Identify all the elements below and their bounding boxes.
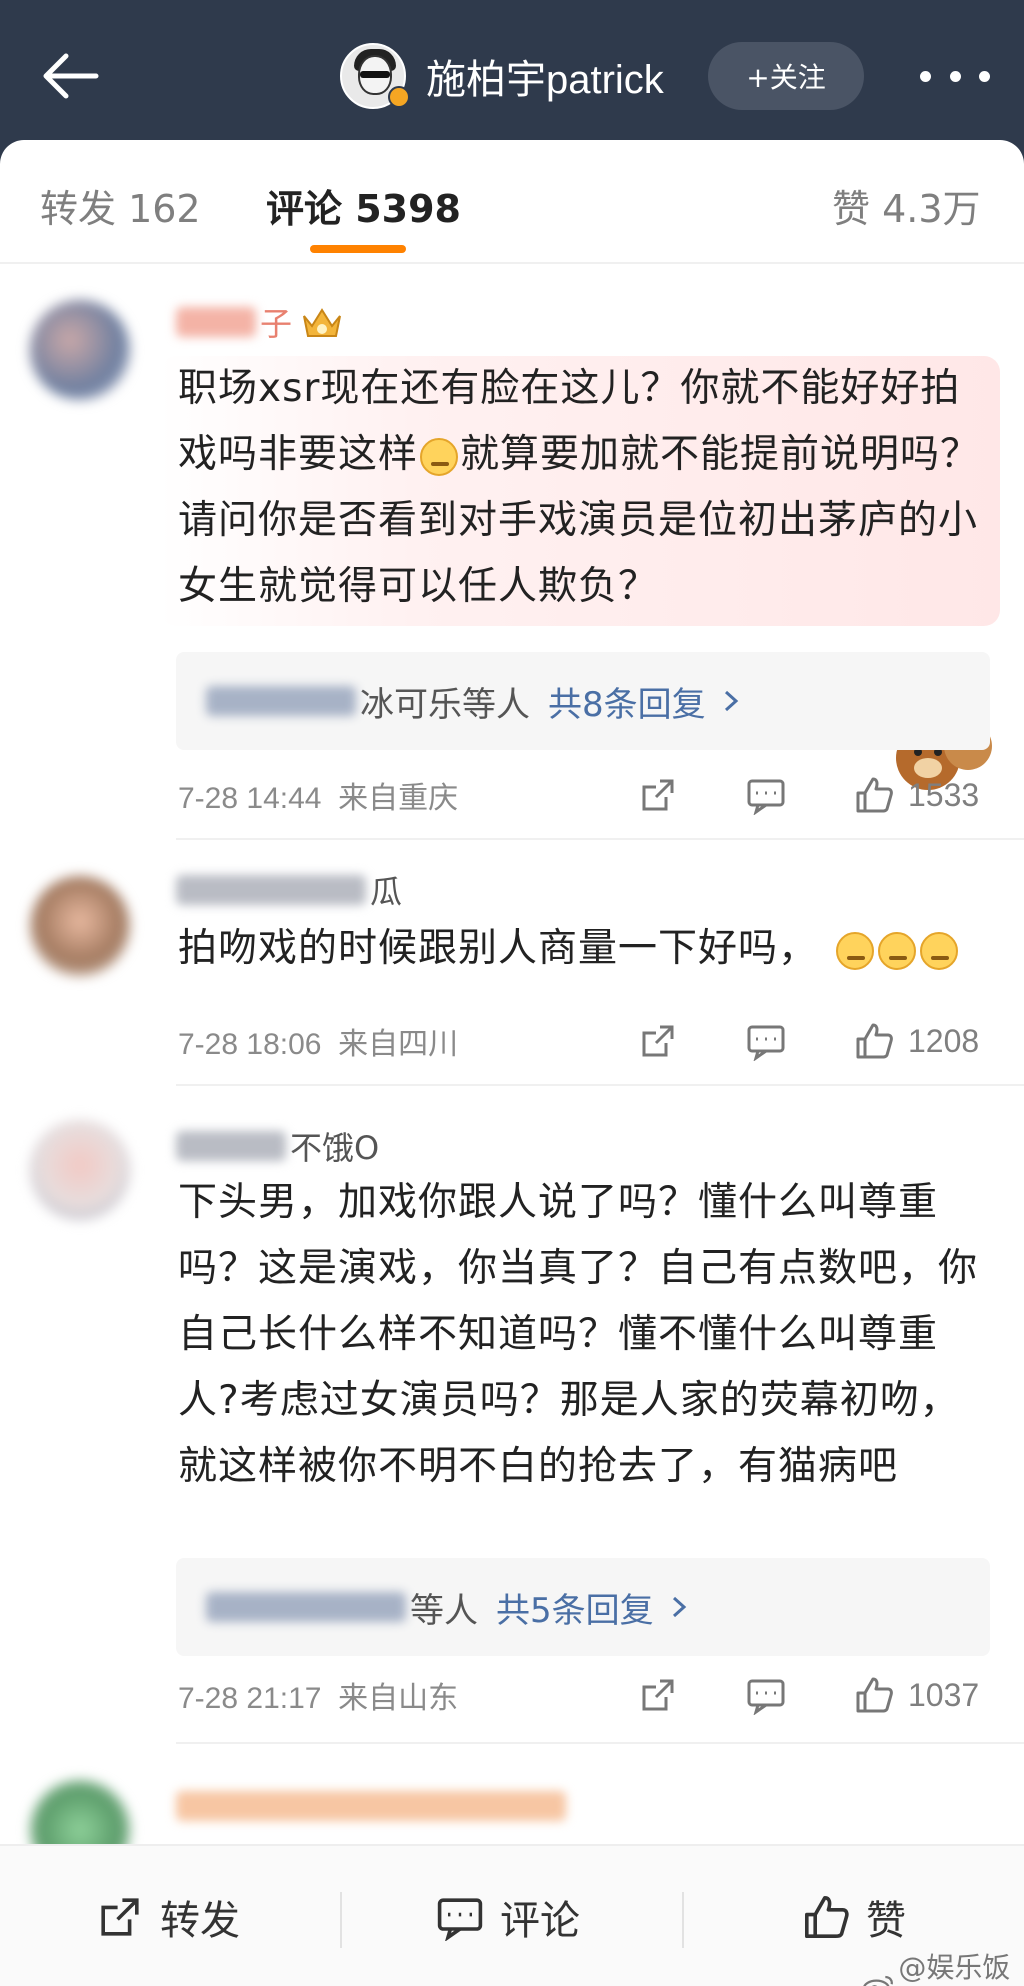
sweat-emoji-icon [878, 931, 917, 970]
commenter-name[interactable] [176, 1784, 570, 1828]
share-icon[interactable] [638, 1021, 678, 1061]
comment-icon [437, 1898, 483, 1941]
reply-count-link[interactable]: 共8条回复 [548, 677, 706, 726]
commenter-name[interactable]: 子 [176, 300, 344, 344]
share-icon[interactable] [638, 775, 678, 815]
reply-icon[interactable] [746, 1675, 786, 1715]
comment-meta: 7-28 21:17 来自山东 1037 [178, 1670, 998, 1720]
like-icon[interactable] [854, 1675, 894, 1715]
author-name[interactable]: 施柏宇patrick [426, 47, 664, 105]
watermark: @娱乐饭桶 [862, 1946, 1024, 1986]
active-tab-indicator [310, 245, 406, 253]
chevron-right-icon [724, 690, 738, 712]
share-icon[interactable] [638, 1675, 678, 1715]
back-arrow-icon[interactable] [40, 48, 104, 104]
blurred-reply-names [206, 1592, 406, 1622]
chevron-right-icon [672, 1596, 686, 1618]
reply-icon[interactable] [746, 775, 786, 815]
comment-divider [176, 1742, 1024, 1744]
more-options-icon[interactable] [920, 58, 990, 94]
commenter-avatar[interactable] [30, 1120, 130, 1220]
crown-badge-icon [303, 308, 341, 337]
thumbs-up-icon [805, 1896, 849, 1938]
replies-preview[interactable]: 冰可乐等人 共8条回复 [176, 652, 990, 750]
follow-button[interactable]: +关注 [708, 42, 864, 110]
comment-divider [176, 1084, 1024, 1086]
repost-button[interactable]: 转发 [96, 1888, 240, 1946]
blurred-username [176, 307, 256, 337]
commenter-name[interactable]: 不饿O [176, 1124, 379, 1168]
detail-tabs: 转发 162 评论 5398 赞 4.3万 [0, 140, 1024, 262]
like-button[interactable]: 赞 [802, 1888, 906, 1946]
blurred-username [176, 875, 366, 905]
verified-badge-icon [388, 86, 410, 108]
comment-text: 职场xsr现在还有脸在这儿？你就不能好好拍戏吗非要这样 就算要加就不能提前说明吗？… [160, 356, 1000, 626]
tab-reposts[interactable]: 转发 162 [40, 178, 201, 233]
weibo-logo-icon [863, 1975, 893, 1986]
repost-icon [101, 1898, 139, 1936]
author-header[interactable]: 施柏宇patrick [340, 36, 664, 116]
bottom-bar-divider [682, 1892, 684, 1948]
reply-icon[interactable] [746, 1021, 786, 1061]
comment-text: 拍吻戏的时候跟别人商量一下好吗， [178, 916, 998, 982]
like-count: 1533 [908, 776, 980, 813]
comment-meta: 7-28 14:44 来自重庆 1533 [178, 770, 998, 820]
smile-emoji-icon [420, 437, 459, 476]
commenter-avatar[interactable] [30, 876, 130, 976]
sweat-emoji-icon [836, 931, 875, 970]
comment-button[interactable]: 评论 [436, 1888, 580, 1946]
post-detail-sheet: 转发 162 评论 5398 赞 4.3万 子 职场xsr现在还有脸在这儿？你就… [0, 140, 1024, 1986]
bottom-bar-divider [340, 1892, 342, 1948]
comment-meta: 7-28 18:06 来自四川 1208 [178, 1016, 998, 1066]
tab-likes[interactable]: 赞 4.3万 [832, 178, 981, 233]
reply-count-link[interactable]: 共5条回复 [496, 1583, 654, 1632]
comment-time-location: 7-28 14:44 来自重庆 [178, 782, 459, 815]
replies-preview[interactable]: 等人 共5条回复 [176, 1558, 990, 1656]
tabs-divider [0, 262, 1024, 264]
like-icon[interactable] [854, 775, 894, 815]
sweat-emoji-icon [920, 931, 959, 970]
like-count: 1208 [908, 1022, 980, 1059]
like-icon[interactable] [854, 1021, 894, 1061]
comment-text: 下头男，加戏你跟人说了吗？懂什么叫尊重吗？这是演戏，你当真了？自己有点数吧，你自… [178, 1180, 979, 1489]
blurred-username [176, 1131, 286, 1161]
comment-time-location: 7-28 21:17 来自山东 [178, 1682, 459, 1715]
comment-divider [176, 838, 1024, 840]
top-nav-bar: 施柏宇patrick +关注 [0, 0, 1024, 150]
comment-time-location: 7-28 18:06 来自四川 [178, 1028, 459, 1061]
tab-comments[interactable]: 评论 5398 [266, 178, 461, 233]
blurred-username [176, 1791, 566, 1821]
like-count: 1037 [908, 1676, 980, 1713]
commenter-avatar[interactable] [30, 300, 130, 400]
blurred-reply-names [206, 686, 356, 716]
commenter-name[interactable]: 瓜 [176, 868, 402, 912]
